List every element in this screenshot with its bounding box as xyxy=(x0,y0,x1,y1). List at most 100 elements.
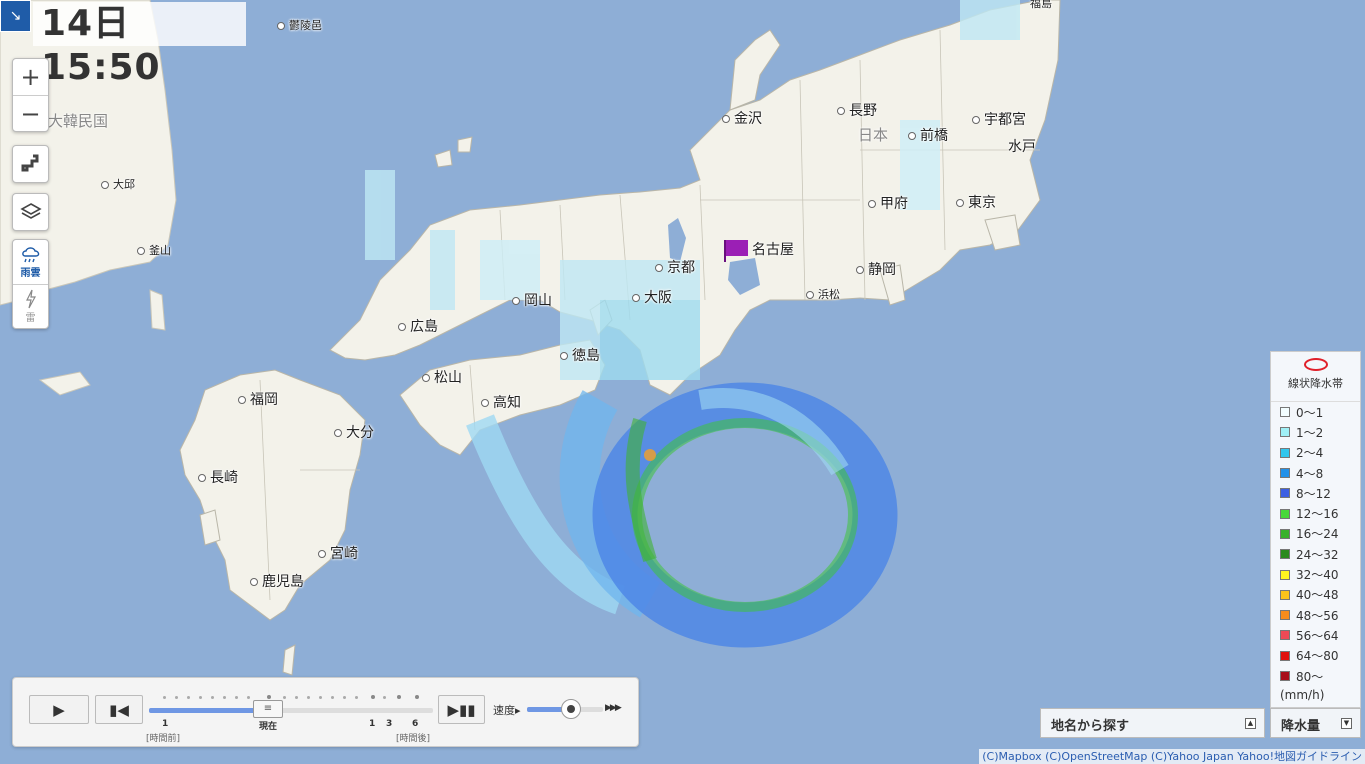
map-attribution[interactable]: (C)Mapbox (C)OpenStreetMap (C)Yahoo Japa… xyxy=(979,749,1365,764)
legend-item-label: 0〜1 xyxy=(1296,405,1324,420)
legend-item: 16〜24 xyxy=(1271,524,1360,544)
timeline-tick xyxy=(343,696,346,699)
linear-band-label: 線状降水帯 xyxy=(1288,377,1343,390)
city-oita: 大分 xyxy=(334,422,374,442)
map-canvas[interactable] xyxy=(0,0,1365,764)
tick-label-now: 現在 xyxy=(259,722,278,732)
city-fukushima: 福島 xyxy=(1030,0,1052,10)
timeline-tick xyxy=(295,696,298,699)
timestamp: 14日15:50 xyxy=(33,2,246,88)
legend-swatch xyxy=(1280,589,1290,600)
legend-swatch xyxy=(1280,650,1290,661)
country-label-japan: 日本 xyxy=(858,126,889,144)
city-shizuoka: 静岡 xyxy=(856,259,896,279)
zoom-control: + − xyxy=(12,58,49,132)
legend-item: 2〜4 xyxy=(1271,443,1360,463)
city-daegu: 大邱 xyxy=(101,176,135,192)
legend-item-label: 16〜24 xyxy=(1296,527,1339,542)
timeline-tick xyxy=(247,696,250,699)
city-matsuyama: 松山 xyxy=(422,367,462,387)
timeline-tick xyxy=(415,695,419,699)
city-ulleungdo: 鬱陵邑 xyxy=(277,17,322,33)
legend-item: 56〜64 xyxy=(1271,625,1360,645)
expand-button[interactable]: ↘ xyxy=(0,0,31,32)
layer-rain-button[interactable]: 雨雲 xyxy=(13,240,48,284)
city-utsunomiya: 宇都宮 xyxy=(972,109,1026,129)
legend-item-label: 2〜4 xyxy=(1296,446,1324,461)
legend-item-label: 56〜64 xyxy=(1296,628,1339,643)
legend-item: 40〜48 xyxy=(1271,585,1360,605)
timeline-tick xyxy=(235,696,238,699)
city-hamamatsu: 浜松 xyxy=(806,286,840,302)
legend-item-label: 12〜16 xyxy=(1296,507,1339,522)
zoom-in-button[interactable]: + xyxy=(13,59,48,95)
step-forward-pause-icon: ▶▮▮ xyxy=(447,700,476,719)
legend-item-label: 8〜12 xyxy=(1296,486,1331,501)
legend-swatch xyxy=(1280,528,1290,539)
city-kagoshima: 鹿児島 xyxy=(250,571,304,591)
legend-item: 32〜40 xyxy=(1271,564,1360,584)
lightning-icon xyxy=(25,289,36,309)
timeline-tick xyxy=(319,696,322,699)
layer-lightning-button[interactable]: 雷 xyxy=(13,284,48,328)
playback-panel: ▶ ▮◀ ≡ 1 現在 1 3 6 [時間前] [時間後] ▶▮▮ 速度▸ ▶▶… xyxy=(12,677,639,747)
legend-swatch xyxy=(1280,630,1290,641)
play-icon: ▶ xyxy=(53,700,65,719)
layers-icon xyxy=(19,203,42,219)
timeline-tick xyxy=(283,696,286,699)
city-tokushima: 徳島 xyxy=(560,345,600,365)
legend-item: 0〜1 xyxy=(1271,402,1360,422)
legend-swatch xyxy=(1280,508,1290,519)
city-busan: 釜山 xyxy=(137,242,171,258)
linear-band-key: 線状降水帯 xyxy=(1271,352,1360,402)
legend-swatch xyxy=(1280,447,1290,458)
timeline-tick xyxy=(331,696,334,699)
timeline-slider[interactable] xyxy=(149,708,433,713)
timeline-tick xyxy=(383,696,386,699)
step-back-button[interactable]: ▮◀ xyxy=(95,695,143,724)
speed-thumb[interactable] xyxy=(561,699,581,719)
tick-label-past: 1 xyxy=(162,719,169,729)
timeline-progress xyxy=(149,708,261,713)
nationwide-view-button[interactable] xyxy=(13,146,48,182)
country-label-korea: 大韓民国 xyxy=(48,112,109,130)
tick-label-1h: 1 xyxy=(369,719,376,729)
legend-item: 24〜32 xyxy=(1271,544,1360,564)
city-tokyo: 東京 xyxy=(956,192,996,212)
timeline-tick xyxy=(397,695,401,699)
city-kyoto: 京都 xyxy=(655,257,695,277)
layers-button[interactable] xyxy=(13,194,48,230)
legend-swatch xyxy=(1280,407,1290,418)
play-button[interactable]: ▶ xyxy=(29,695,89,724)
precipitation-toggle-button[interactable]: 降水量 ▼ xyxy=(1270,708,1361,738)
timeline-tick xyxy=(187,696,190,699)
timeline-tick xyxy=(371,695,375,699)
rain-cloud-icon xyxy=(21,246,39,262)
legend-swatch xyxy=(1280,671,1290,681)
step-forward-button[interactable]: ▶▮▮ xyxy=(438,695,485,724)
tick-label-6h: 6 xyxy=(412,719,419,729)
legend-item: 48〜56 xyxy=(1271,605,1360,625)
place-search-button[interactable]: 地名から探す ▲ xyxy=(1040,708,1265,738)
legend-item: 12〜16 xyxy=(1271,503,1360,523)
layer-rain-label: 雨雲 xyxy=(20,267,41,279)
timeline-tick xyxy=(267,695,271,699)
city-miyazaki: 宮崎 xyxy=(318,543,358,563)
legend-swatch xyxy=(1280,468,1290,479)
place-search-label: 地名から探す xyxy=(1051,719,1130,734)
legend-item: 80〜 xyxy=(1271,666,1360,686)
legend-swatch xyxy=(1280,549,1290,560)
legend-item-label: 4〜8 xyxy=(1296,466,1324,481)
legend-swatch xyxy=(1280,488,1290,499)
timeline-thumb[interactable]: ≡ xyxy=(253,700,283,718)
zoom-out-button[interactable]: − xyxy=(13,95,48,131)
layer-switcher: 雨雲 雷 xyxy=(12,239,49,329)
legend-item: 4〜8 xyxy=(1271,463,1360,483)
legend-item-label: 64〜80 xyxy=(1296,649,1339,664)
future-unit-label: [時間後] xyxy=(396,734,431,744)
legend-item-label: 24〜32 xyxy=(1296,547,1339,562)
city-nagasaki: 長崎 xyxy=(198,467,238,487)
legend-item: 64〜80 xyxy=(1271,646,1360,666)
legend-swatch xyxy=(1280,427,1290,438)
city-osaka: 大阪 xyxy=(632,287,672,307)
